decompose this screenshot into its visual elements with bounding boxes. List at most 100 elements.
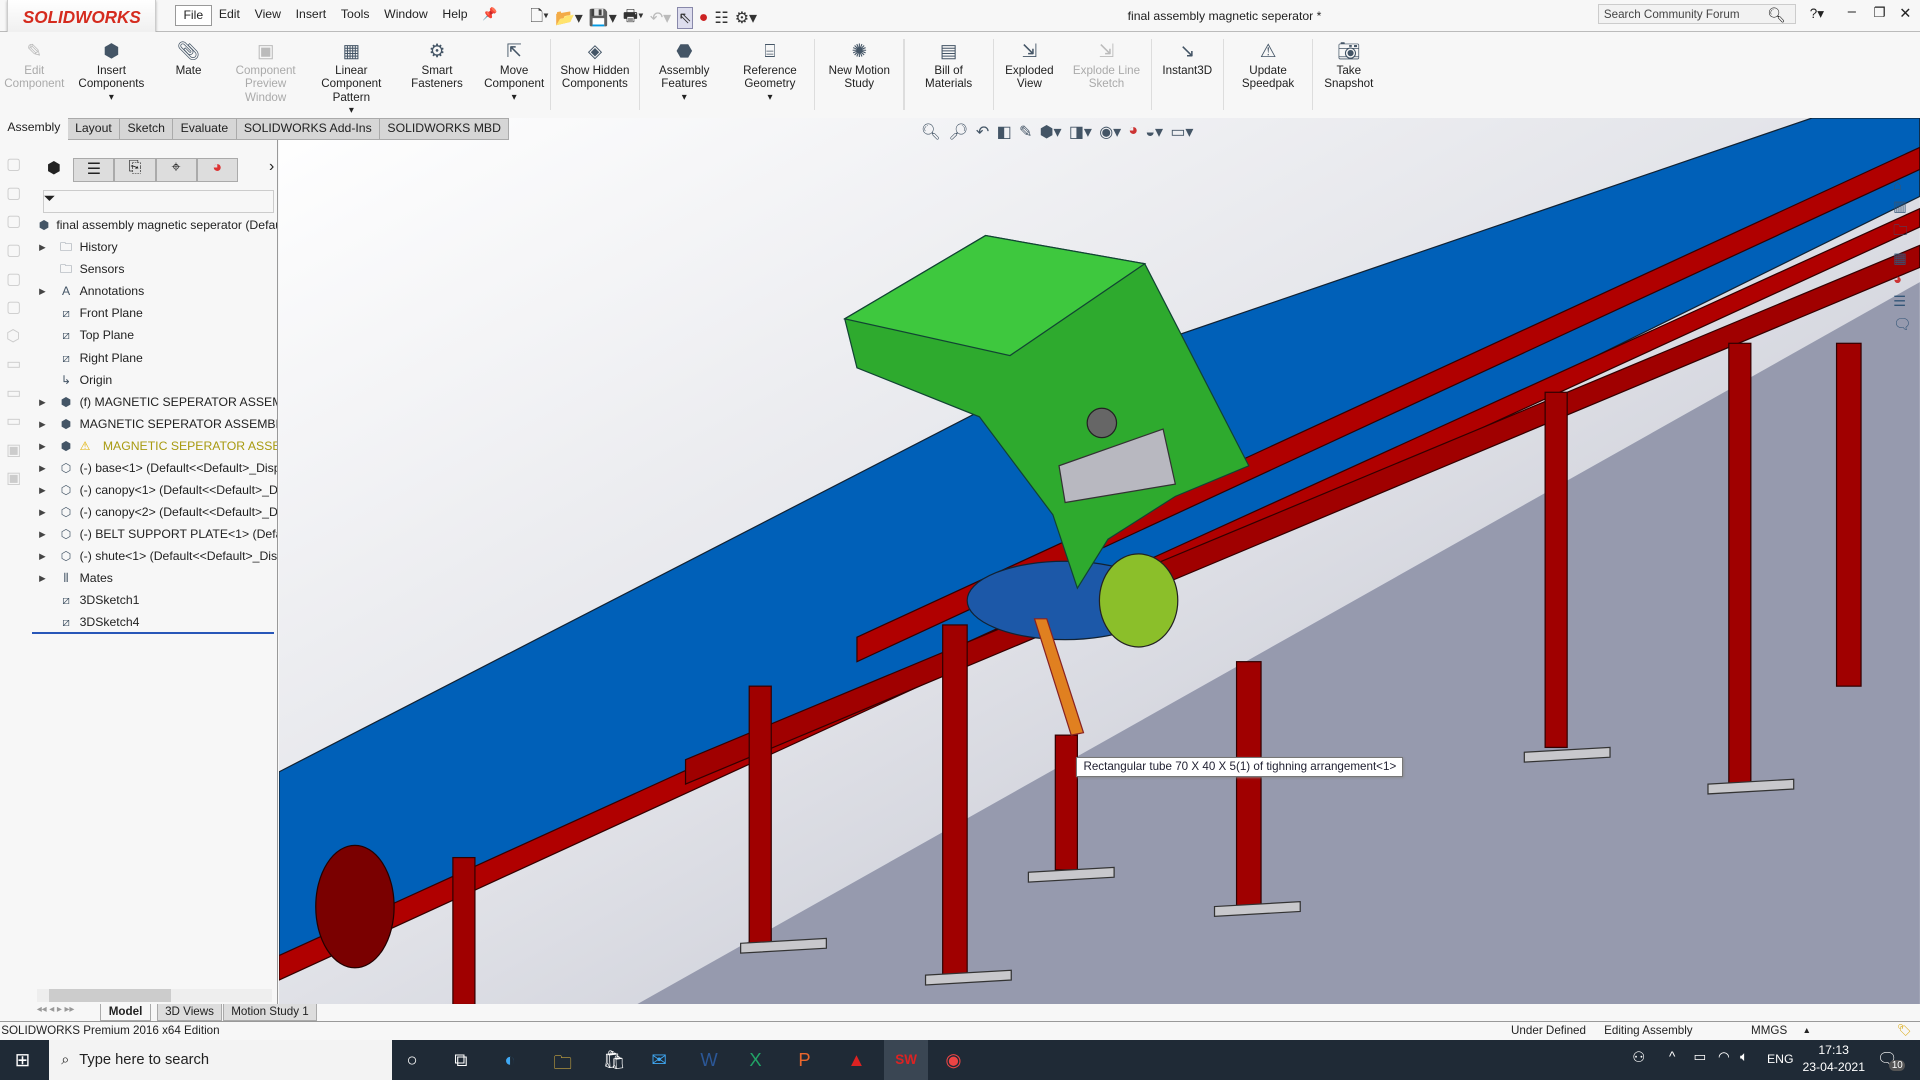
help-icon[interactable]: ?▾ [1810, 6, 1824, 22]
sketch-icon[interactable]: ▭ [6, 411, 32, 431]
graphics-area[interactable] [279, 117, 1920, 1005]
store-icon[interactable]: 🛍 [602, 1049, 625, 1071]
dropdown-arrow-icon[interactable]: ▾ [512, 91, 517, 104]
view-cube-icon[interactable]: ▢ [6, 297, 32, 317]
sketch-icon[interactable]: ▭ [6, 383, 32, 403]
tag-icon[interactable]: 🏷 [1897, 1022, 1912, 1039]
part-icon[interactable]: ▣ [6, 468, 32, 488]
clock-date[interactable]: 23-04-2021 [1802, 1060, 1865, 1074]
tab-motion-study[interactable]: Motion Study 1 [222, 1004, 318, 1021]
units-arrow-icon[interactable]: ▲ [1802, 1022, 1810, 1039]
tree-item[interactable]: ⧄ Front Plane [32, 302, 277, 324]
dimxpert-tab-icon[interactable]: ⌖ [155, 157, 197, 183]
assembly-model[interactable] [279, 117, 1920, 1005]
move-component-button[interactable]: ⇱ Move Component ▾ [480, 32, 549, 118]
save-icon[interactable]: 💾▾ [589, 8, 617, 28]
tree-item[interactable]: ▶ ⬡ (-) base<1> (Default<<Default>_Display… [32, 457, 277, 479]
clock-time[interactable]: 17:13 [1818, 1043, 1849, 1057]
tree-item[interactable]: ⧄ 3DSketch4 [32, 611, 277, 633]
display-manager-tab-icon[interactable]: ◕ [196, 157, 238, 183]
edge-icon[interactable]: ◐ [504, 1049, 515, 1071]
dropdown-arrow-icon[interactable]: ▾ [767, 91, 772, 104]
select-icon[interactable]: ⇖ [677, 7, 693, 30]
tree-item[interactable]: ↳ Origin [32, 369, 277, 391]
show-hidden-icons[interactable]: ^ [1669, 1049, 1675, 1064]
rollback-bar[interactable] [31, 631, 275, 635]
chrome-icon[interactable]: ◉ [945, 1049, 961, 1071]
previous-view-icon[interactable]: ↶ [976, 122, 989, 142]
volume-icon[interactable]: 🔈︎ [1740, 1049, 1748, 1065]
custom-properties-icon[interactable]: ☰ [1893, 293, 1920, 310]
tab-3d-views[interactable]: 3D Views [156, 1004, 223, 1021]
explode-line-sketch-button[interactable]: ⇲ Explode Line Sketch [1064, 32, 1150, 118]
minimize-icon[interactable]: – [1848, 4, 1856, 20]
view-settings-icon[interactable]: ▭▾ [1170, 122, 1193, 142]
tree-item[interactable]: ▶ ⬡ (-) BELT SUPPORT PLATE<1> (Default<<De… [32, 523, 277, 545]
expand-arrow-icon[interactable]: ▶ [39, 567, 46, 589]
tree-item[interactable]: ⧄ Top Plane [32, 324, 277, 346]
pin-icon[interactable]: 📌 [475, 5, 505, 26]
section-view-icon[interactable]: ◧ [997, 122, 1012, 142]
view-cube-icon[interactable]: ▢ [6, 183, 32, 203]
zoom-area-icon[interactable]: 🔎︎ [948, 122, 968, 142]
linear-component-pattern-button[interactable]: ▦ Linear Component Pattern ▾ [308, 32, 394, 118]
wifi-icon[interactable]: ◠ [1718, 1049, 1730, 1065]
part-icon[interactable]: ▣ [6, 440, 32, 460]
menu-help[interactable]: Help [435, 5, 475, 26]
language-indicator[interactable]: ENG [1767, 1052, 1794, 1066]
expand-arrow-icon[interactable]: ▶ [39, 435, 46, 457]
view-cube-icon[interactable]: ▢ [6, 154, 32, 174]
dropdown-arrow-icon[interactable]: ▾ [109, 91, 114, 104]
file-properties-icon[interactable]: ☷ [714, 8, 728, 28]
rebuild-icon[interactable]: ● [699, 9, 709, 27]
show-hidden-components-button[interactable]: ◈ Show Hidden Components [552, 32, 638, 118]
autocad-icon[interactable]: ▲ [847, 1049, 865, 1071]
expand-arrow-icon[interactable]: ▶ [39, 280, 46, 302]
view-palette-icon[interactable]: ▦ [1893, 250, 1920, 267]
mate-button[interactable]: 📎︎ Mate [154, 32, 223, 118]
smart-fasteners-button[interactable]: ⚙ Smart Fasteners [394, 32, 480, 118]
view-cube-icon[interactable]: ▢ [6, 211, 32, 231]
tab-addins[interactable]: SOLIDWORKS Add-Ins [236, 117, 381, 140]
tree-item[interactable]: 🗀 Sensors [32, 258, 277, 280]
tree-item[interactable]: ⧄ Right Plane [32, 347, 277, 369]
hide-show-icon[interactable]: ◉▾ [1099, 122, 1121, 142]
tree-item[interactable]: ▶ ⬡ (-) canopy<1> (Default<<Default>_Displ… [32, 479, 277, 501]
edit-component-button[interactable]: ✎ Edit Component [0, 32, 69, 118]
reference-geometry-button[interactable]: ⌸ Reference Geometry ▾ [727, 32, 813, 118]
solidworks-taskbar-icon[interactable]: SW [884, 1039, 929, 1080]
menu-file[interactable]: File [175, 4, 212, 26]
forum-icon[interactable]: 🗨 [1893, 315, 1920, 333]
new-document-icon[interactable]: 🗋▾ [530, 5, 549, 32]
dropdown-arrow-icon[interactable]: ▾ [682, 91, 687, 104]
home-icon[interactable]: ⌂ [1893, 178, 1920, 194]
open-icon[interactable]: 📂▾ [555, 8, 583, 28]
expand-arrow-icon[interactable]: ▶ [39, 479, 46, 501]
apply-scene-icon[interactable]: ◒▾ [1145, 122, 1163, 142]
tree-item[interactable]: ▶ 🗀 History [32, 236, 277, 258]
expand-arrow-icon[interactable]: ▶ [39, 501, 46, 523]
tree-item[interactable]: ▶ ⬡ (-) canopy<2> (Default<<Default>_Displ… [32, 501, 277, 523]
units-selector[interactable]: MMGS [1751, 1022, 1787, 1039]
tab-sketch[interactable]: Sketch [120, 117, 174, 140]
search-icon[interactable]: 🔍︎ [1767, 6, 1786, 24]
close-icon[interactable]: ✕ [1899, 5, 1911, 22]
view-cube-icon[interactable]: ▢ [6, 240, 32, 260]
dropdown-arrow-icon[interactable]: ▾ [349, 104, 354, 117]
expand-arrow-icon[interactable]: ▶ [39, 457, 46, 479]
print-icon[interactable]: 🖶▾ [623, 5, 644, 32]
sketch-icon[interactable]: ▭ [6, 354, 32, 374]
restore-icon[interactable]: ❐ [1873, 5, 1885, 21]
expand-arrow-icon[interactable]: ▶ [39, 391, 46, 413]
appearances-icon[interactable]: ◕ [1893, 272, 1920, 288]
windows-start-icon[interactable]: ⊞ [15, 1049, 30, 1071]
featuremanager-tab-icon[interactable]: ⬢ [34, 158, 73, 182]
options-gear-icon[interactable]: ⚙▾ [735, 8, 757, 28]
update-speedpak-button[interactable]: ⚠ Update Speedpak [1225, 32, 1311, 118]
excel-icon[interactable]: X [749, 1049, 761, 1071]
configurationmanager-tab-icon[interactable]: ⎘ [114, 157, 156, 183]
menu-window[interactable]: Window [377, 5, 435, 26]
menu-tools[interactable]: Tools [334, 5, 377, 26]
exploded-view-button[interactable]: ⇲ Exploded View [995, 32, 1064, 118]
view-orientation-icon[interactable]: ⬢▾ [1040, 122, 1062, 142]
